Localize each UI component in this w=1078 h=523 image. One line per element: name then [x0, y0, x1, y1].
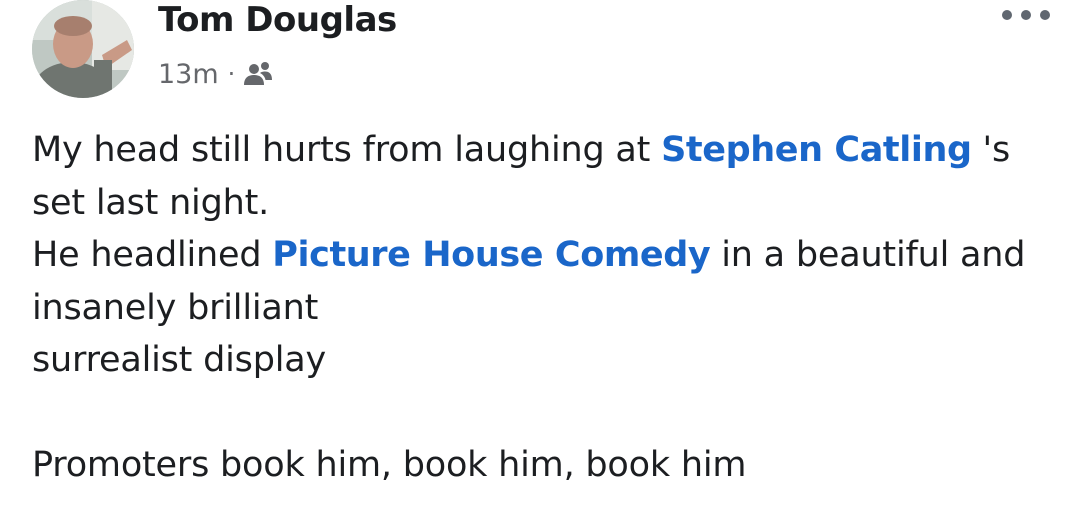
post-text-segment: in a beautiful and — [710, 235, 1026, 275]
post-line: He headlined Picture House Comedy in a b… — [32, 229, 1062, 282]
avatar-photo — [32, 0, 134, 98]
post-body: My head still hurts from laughing at Ste… — [32, 124, 1062, 492]
post-line: insanely brilliant — [32, 287, 319, 328]
post-timestamp[interactable]: 13m — [158, 59, 219, 90]
author-avatar[interactable] — [32, 0, 134, 98]
more-options-icon — [1002, 10, 1050, 20]
post-text-segment: My head still hurts from laughing at — [32, 130, 662, 170]
post-meta: 13m · — [158, 54, 273, 94]
post-text-segment: 's — [971, 130, 1011, 170]
paragraph-break — [32, 387, 1062, 440]
author-name[interactable]: Tom Douglas — [158, 0, 397, 40]
post-line: Promoters book him, book him, book him — [32, 445, 747, 485]
post-text-segment: He headlined — [32, 235, 273, 275]
post-line: My head still hurts from laughing at Ste… — [32, 124, 1062, 177]
meta-separator: · — [227, 60, 236, 88]
friends-icon[interactable] — [243, 61, 273, 87]
post-line: set last night. — [32, 182, 270, 223]
post-card: Tom Douglas 13m · My head still hurts fr… — [0, 0, 1078, 523]
mention-stephen-catling[interactable]: Stephen Catling — [661, 130, 972, 170]
more-options-button[interactable] — [996, 0, 1056, 30]
mention-picture-house-comedy[interactable]: Picture House Comedy — [272, 235, 710, 275]
post-line: surrealist display — [32, 340, 327, 380]
